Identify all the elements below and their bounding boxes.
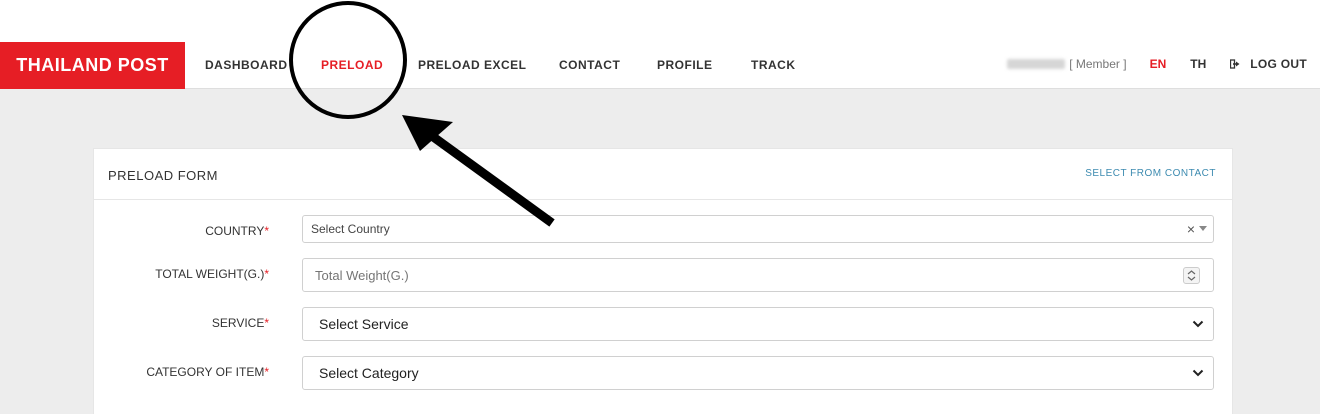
required-marker: * bbox=[264, 224, 269, 238]
preload-form-card: PRELOAD FORM SELECT FROM CONTACT COUNTRY… bbox=[93, 148, 1233, 414]
pointer-arrow-head bbox=[402, 115, 453, 151]
chevron-down-icon bbox=[1192, 369, 1204, 377]
brand-logo[interactable]: THAILAND POST bbox=[0, 42, 185, 89]
logout-button[interactable]: LOG OUT bbox=[1230, 57, 1307, 71]
member-role: [ Member ] bbox=[1069, 57, 1127, 71]
caret-down-icon bbox=[1199, 226, 1207, 231]
nav-contact[interactable]: CONTACT bbox=[559, 58, 620, 72]
card-header: PRELOAD FORM SELECT FROM CONTACT bbox=[94, 149, 1232, 200]
service-label: SERVICE* bbox=[211, 316, 269, 330]
service-select-value: Select Service bbox=[319, 316, 409, 332]
stepper-arrows-icon bbox=[1187, 270, 1196, 281]
service-select[interactable]: Select Service bbox=[302, 307, 1214, 341]
required-marker: * bbox=[264, 267, 269, 281]
country-label: COUNTRY* bbox=[205, 224, 269, 238]
number-stepper[interactable] bbox=[1183, 267, 1200, 284]
country-select[interactable]: Select Country × bbox=[302, 215, 1214, 243]
clear-icon[interactable]: × bbox=[1187, 222, 1195, 236]
nav-dashboard[interactable]: DASHBOARD bbox=[205, 58, 288, 72]
chevron-down-icon bbox=[1192, 320, 1204, 328]
form-title: PRELOAD FORM bbox=[108, 168, 219, 183]
nav-preload[interactable]: PRELOAD bbox=[321, 58, 383, 72]
sign-out-icon bbox=[1230, 59, 1240, 69]
top-navbar: THAILAND POST DASHBOARD PRELOAD PRELOAD … bbox=[0, 0, 1320, 89]
user-area: [ Member ] EN TH LOG OUT bbox=[1007, 57, 1320, 71]
category-select[interactable]: Select Category bbox=[302, 356, 1214, 390]
category-select-value: Select Category bbox=[319, 365, 419, 381]
lang-th-toggle[interactable]: TH bbox=[1190, 57, 1206, 71]
logout-label: LOG OUT bbox=[1250, 57, 1307, 71]
user-name-blurred bbox=[1007, 59, 1066, 69]
required-marker: * bbox=[264, 365, 269, 379]
nav-track[interactable]: TRACK bbox=[751, 58, 796, 72]
country-select-value: Select Country bbox=[311, 222, 390, 236]
select-from-contact-link[interactable]: SELECT FROM CONTACT bbox=[1085, 168, 1216, 179]
required-marker: * bbox=[264, 316, 269, 330]
total-weight-label: TOTAL WEIGHT(G.)* bbox=[155, 267, 269, 281]
lang-en-toggle[interactable]: EN bbox=[1150, 57, 1167, 71]
nav-profile[interactable]: PROFILE bbox=[657, 58, 713, 72]
nav-preload-excel[interactable]: PRELOAD EXCEL bbox=[418, 58, 527, 72]
category-label: CATEGORY OF ITEM* bbox=[146, 365, 269, 379]
total-weight-input[interactable] bbox=[302, 258, 1214, 292]
